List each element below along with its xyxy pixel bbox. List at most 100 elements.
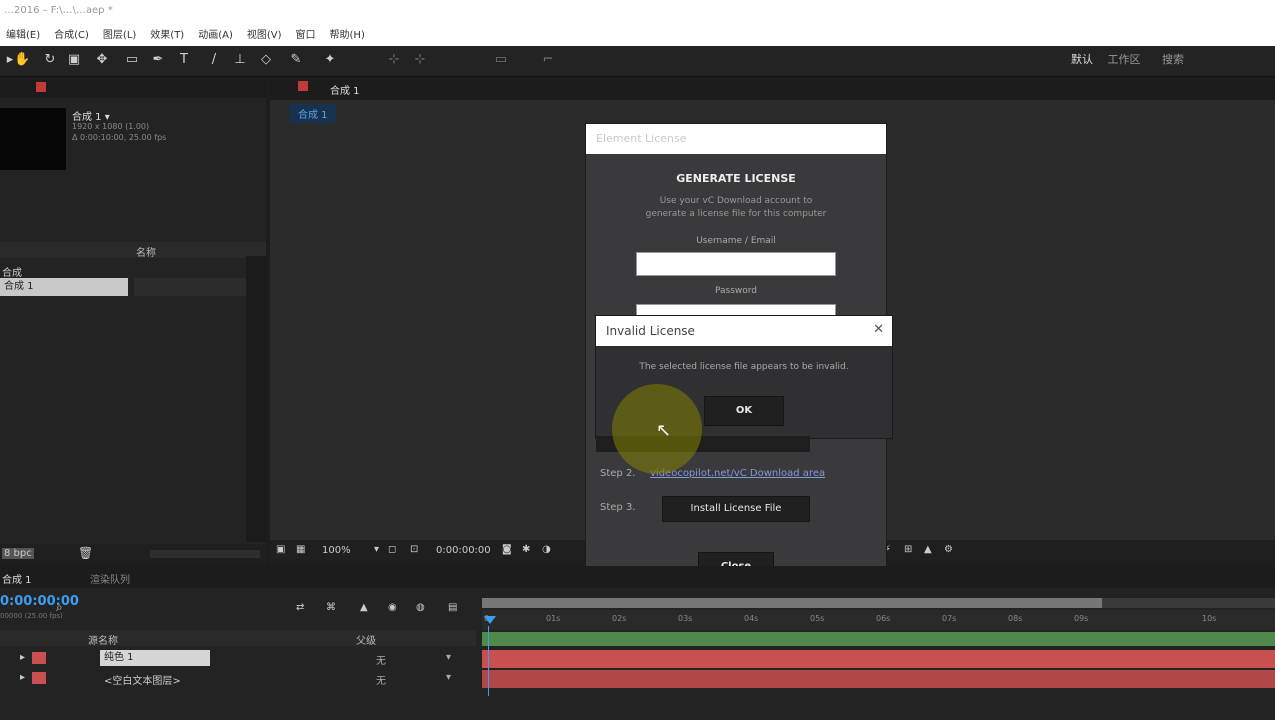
world-axis-icon[interactable]: ⊹ <box>412 52 428 68</box>
timeline-tabs: 合成 1 渲染队列 <box>0 566 1275 588</box>
tools-panel: ▸ ✋ ↻ ▣ ✥ ▭ ✒ T / ⊥ ◇ ✎ ✦ ⊹ ⊹ ▭ ⌐ 默认 工作区… <box>0 46 1275 77</box>
close-icon[interactable]: ✕ <box>873 322 884 337</box>
install-license-button[interactable]: Install License File <box>662 496 810 522</box>
layer-2-label-color[interactable] <box>32 672 46 684</box>
show-channel-icon[interactable]: ✱ <box>522 544 530 555</box>
region-icon[interactable]: ◻ <box>388 544 396 555</box>
tick-label: 09s <box>1074 614 1089 623</box>
shy-layers-icon[interactable]: ▲ <box>360 602 368 613</box>
layer-2-parent-dropdown-icon[interactable]: ▾ <box>446 672 451 683</box>
pen-tool-icon[interactable]: ✒ <box>150 52 166 68</box>
tick-label: 07s <box>942 614 957 623</box>
ok-button[interactable]: OK <box>704 396 784 426</box>
search-help[interactable]: 搜索 <box>1158 52 1188 68</box>
project-hscroll[interactable] <box>150 550 260 558</box>
layer-1-expand-icon[interactable]: ▸ <box>20 652 25 663</box>
always-preview-icon[interactable]: ▣ <box>276 544 285 555</box>
frame-blending-icon[interactable]: ◉ <box>388 602 397 613</box>
tick-label: 04s <box>744 614 759 623</box>
snap-options-icon[interactable]: ⌐ <box>540 52 556 68</box>
layer-1-name[interactable]: 纯色 1 <box>100 650 210 666</box>
render-queue-tab[interactable]: 渲染队列 <box>90 571 130 586</box>
hand-tool-icon[interactable]: ✋ <box>14 52 30 68</box>
roto-brush-tool-icon[interactable]: ✎ <box>288 52 304 68</box>
layer-2-duration-bar[interactable] <box>482 670 1275 688</box>
zoom-value[interactable]: 100% <box>322 545 351 556</box>
tick-label: 06s <box>876 614 891 623</box>
layer-2-name[interactable]: <空白文本图层> <box>104 672 181 687</box>
axis-mode-icon[interactable]: ⊹ <box>386 52 402 68</box>
brush-tool-icon[interactable]: / <box>206 52 222 68</box>
menu-view[interactable]: 视图(V) <box>241 26 290 46</box>
tick-label: 03s <box>678 614 693 623</box>
comp-name: 合成 1 ▾ <box>72 112 110 123</box>
bpc-indicator[interactable]: 8 bpc <box>2 548 34 559</box>
grid-icon[interactable]: ▦ <box>296 544 305 555</box>
parent-column[interactable]: 父级 <box>356 632 376 647</box>
time-ruler[interactable]: 0s 01s 02s 03s 04s 05s 06s 07s 08s 09s 1… <box>482 610 1275 630</box>
project-scrollbar[interactable] <box>246 256 266 542</box>
menu-edit[interactable]: 编辑(E) <box>0 26 48 46</box>
workspace-default[interactable]: 默认 <box>1068 52 1096 68</box>
motion-blur-icon[interactable]: ◍ <box>416 602 425 613</box>
menu-help[interactable]: 帮助(H) <box>324 26 373 46</box>
time-navigator[interactable] <box>482 598 1275 608</box>
menu-effect[interactable]: 效果(T) <box>144 26 192 46</box>
layer-1-parent-dropdown-icon[interactable]: ▾ <box>446 652 451 663</box>
comp-thumbnail <box>0 108 66 170</box>
rotate-tool-icon[interactable]: ↻ <box>42 52 58 68</box>
lock-icon[interactable]: ▲ <box>924 544 932 555</box>
draft-3d-icon[interactable]: ⌘ <box>326 602 336 613</box>
playhead-icon[interactable] <box>484 616 496 624</box>
timeline-search-icon[interactable]: ⌕ <box>56 600 63 615</box>
menu-layer[interactable]: 图层(L) <box>97 26 144 46</box>
settings-gear-icon[interactable]: ⚙ <box>944 544 953 555</box>
timeline-fps: 00000 (25.00 fps) <box>0 612 63 620</box>
menu-window[interactable]: 窗口 <box>290 26 324 46</box>
layer-2-parent[interactable]: 无 <box>376 672 386 687</box>
pan-behind-tool-icon[interactable]: ✥ <box>94 52 110 68</box>
project-item-selected[interactable]: 合成 1 <box>0 278 128 296</box>
layer-1-duration-bar[interactable] <box>482 650 1275 668</box>
folder-item[interactable]: 合成 <box>2 264 22 279</box>
comp-mini-flowchart-icon[interactable]: ⇄ <box>296 602 304 613</box>
window-title: …2016 – F:\…\…aep * <box>4 5 113 16</box>
timeline-timecode[interactable]: 0:00:00:00 <box>0 594 79 609</box>
username-input[interactable] <box>636 252 836 276</box>
viewer-tab[interactable]: 合成 1 <box>330 82 360 97</box>
snapping-toggle-icon[interactable]: ▭ <box>486 52 516 68</box>
color-channel-icon[interactable]: ◑ <box>542 544 551 555</box>
camera-tool-icon[interactable]: ▣ <box>66 52 82 68</box>
workspace-switch[interactable]: 工作区 <box>1104 52 1144 68</box>
timeline-comp-tab[interactable]: 合成 1 <box>2 571 32 586</box>
generate-heading: GENERATE LICENSE <box>676 172 796 185</box>
snapshot-icon[interactable]: ◙ <box>502 544 512 555</box>
menu-animation[interactable]: 动画(A) <box>192 26 241 46</box>
work-area-bar[interactable] <box>482 632 1275 646</box>
puppet-pin-tool-icon[interactable]: ✦ <box>322 52 338 68</box>
trash-icon[interactable]: 🗑 <box>78 546 93 560</box>
layer-1-parent[interactable]: 无 <box>376 652 386 667</box>
comp-breadcrumb[interactable]: 合成 1 <box>290 104 336 123</box>
layer-2-expand-icon[interactable]: ▸ <box>20 672 25 683</box>
comp-duration: Δ 0:00:10:00, 25.00 fps <box>72 133 167 142</box>
layer-row-2[interactable]: ▸ <空白文本图层> 无 ▾ <box>0 670 476 688</box>
text-tool-icon[interactable]: T <box>176 52 192 68</box>
name-column-header[interactable]: 名称 <box>136 244 156 259</box>
viewer-timecode[interactable]: 0:00:00:00 <box>436 545 491 556</box>
menu-composition[interactable]: 合成(C) <box>48 26 97 46</box>
rectangle-tool-icon[interactable]: ▭ <box>124 52 140 68</box>
source-name-column[interactable]: 源名称 <box>88 632 118 647</box>
zoom-dropdown-icon[interactable]: ▾ <box>374 544 379 555</box>
project-footer: 8 bpc 🗑 <box>0 544 266 564</box>
transparency-grid-icon[interactable]: ⊡ <box>410 544 418 555</box>
flowchart-icon[interactable]: ⊞ <box>904 544 912 555</box>
layer-1-label-color[interactable] <box>32 652 46 664</box>
step2-label: Step 2. <box>600 468 636 479</box>
time-navigator-range[interactable] <box>482 598 1102 608</box>
eraser-tool-icon[interactable]: ◇ <box>258 52 274 68</box>
layer-row-1[interactable]: ▸ 纯色 1 无 ▾ <box>0 650 476 668</box>
mouse-cursor-icon: ↖ <box>656 420 672 441</box>
clone-stamp-tool-icon[interactable]: ⊥ <box>232 52 248 68</box>
graph-editor-icon[interactable]: ▤ <box>448 602 457 613</box>
